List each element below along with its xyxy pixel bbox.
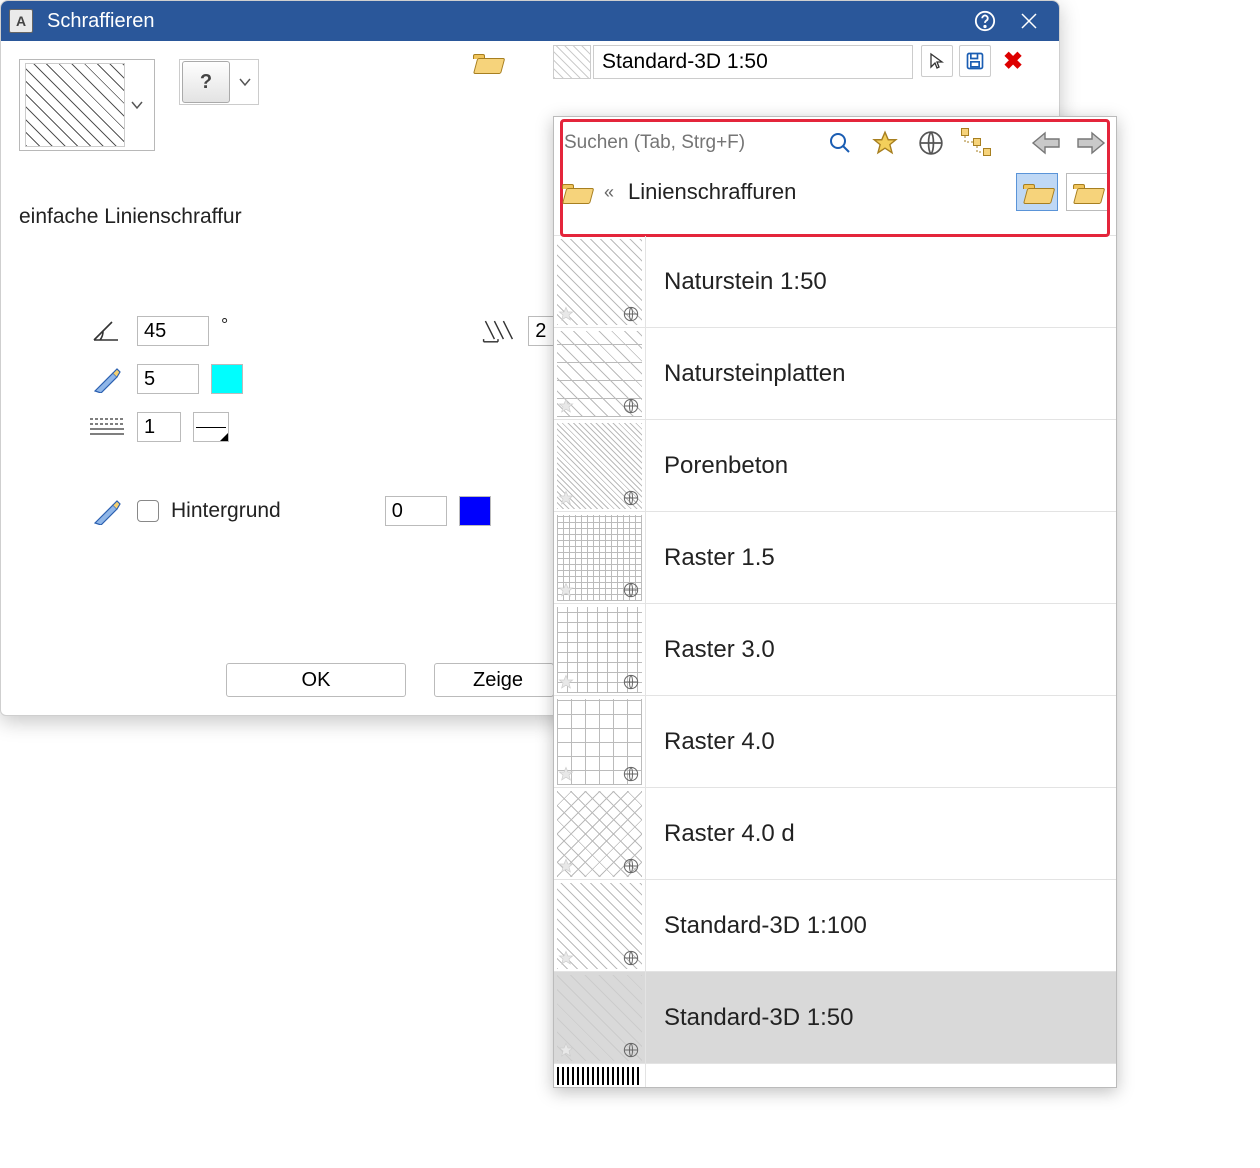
folder-open-icon <box>473 51 501 73</box>
breadcrumb-separator-icon: « <box>604 182 614 203</box>
globe-button[interactable] <box>914 126 947 160</box>
app-icon: A <box>9 9 33 33</box>
hatch-thumb <box>554 420 646 512</box>
hatch-thumb <box>554 328 646 420</box>
save-button[interactable] <box>959 45 991 77</box>
favorite-star-icon <box>558 1042 576 1060</box>
globe-icon <box>623 398 641 416</box>
titlebar: A Schraffieren <box>1 1 1059 41</box>
pen-icon <box>89 365 125 393</box>
folder-action-a-button[interactable] <box>1016 173 1058 211</box>
pen-icon <box>89 497 125 525</box>
pen-color-swatch[interactable] <box>211 364 243 394</box>
folder-open-icon <box>1023 181 1051 203</box>
angle-input[interactable] <box>137 316 209 346</box>
list-item[interactable]: Naturstein 1:50 <box>554 235 1116 327</box>
globe-icon <box>623 766 641 784</box>
list-item-label: Naturstein 1:50 <box>646 268 827 296</box>
list-item-label: Standard-3D 1:100 <box>646 912 867 940</box>
linetype-icon <box>89 415 125 439</box>
list-item-label: Porenbeton <box>646 452 788 480</box>
dropdown-toolbar: « Linienschraffuren <box>554 117 1116 235</box>
linetype-swatch[interactable] <box>193 412 229 442</box>
globe-icon <box>623 490 641 508</box>
angle-unit: ° <box>221 315 228 336</box>
globe-icon <box>623 306 641 324</box>
hatch-list: Naturstein 1:50 Natursteinplatten <box>554 235 1116 1063</box>
hatch-thumb <box>554 880 646 972</box>
hatch-thumb <box>554 512 646 604</box>
globe-icon <box>623 582 641 600</box>
open-folder-button[interactable] <box>473 51 501 76</box>
close-button[interactable] <box>1007 1 1051 41</box>
hatch-name-field[interactable]: Standard-3D 1:50 <box>593 45 913 79</box>
globe-icon <box>623 1042 641 1060</box>
list-item[interactable]: Raster 1.5 <box>554 511 1116 603</box>
list-item-label: Raster 4.0 <box>646 728 775 756</box>
help-button[interactable] <box>963 1 1007 41</box>
show-button[interactable]: Zeige <box>434 663 554 697</box>
list-item-label: Raster 1.5 <box>646 544 775 572</box>
bg-color-swatch[interactable] <box>459 496 491 526</box>
list-item-label: Raster 3.0 <box>646 636 775 664</box>
background-label: Hintergrund <box>171 499 281 523</box>
nav-forward-button[interactable] <box>1075 126 1108 160</box>
list-item[interactable]: Porenbeton <box>554 419 1116 511</box>
favorite-star-icon <box>558 306 576 324</box>
hatch-dropdown-panel: « Linienschraffuren <box>553 116 1117 1088</box>
breadcrumb-text[interactable]: Linienschraffuren <box>628 179 796 205</box>
globe-icon <box>623 674 641 692</box>
angle-icon <box>89 318 125 344</box>
pen-input[interactable] <box>137 364 199 394</box>
hatch-thumb <box>554 972 646 1064</box>
list-item-label: Standard-3D 1:50 <box>646 1004 853 1032</box>
search-input[interactable] <box>562 127 811 159</box>
linetype-input[interactable] <box>137 412 181 442</box>
globe-icon <box>623 858 641 876</box>
list-item-label: Natursteinplatten <box>646 360 845 388</box>
folder-icon <box>562 181 590 203</box>
list-item[interactable]: Raster 3.0 <box>554 603 1116 695</box>
folder-action-b-button[interactable] <box>1066 173 1108 211</box>
current-hatch-thumb <box>553 45 591 79</box>
hatch-preview[interactable] <box>19 59 155 151</box>
nav-back-button[interactable] <box>1029 126 1062 160</box>
list-item[interactable]: Standard-3D 1:50 <box>554 971 1116 1063</box>
list-item[interactable]: Standard-3D 1:100 <box>554 879 1116 971</box>
hatch-thumb <box>554 696 646 788</box>
ok-button[interactable]: OK <box>226 663 406 697</box>
favorite-star-icon <box>558 674 576 692</box>
search-icon[interactable] <box>823 126 856 160</box>
favorite-star-icon <box>558 398 576 416</box>
favorites-button[interactable] <box>868 126 901 160</box>
background-checkbox[interactable] <box>137 500 159 522</box>
list-item[interactable]: Raster 4.0 d <box>554 787 1116 879</box>
folder-up-icon <box>1073 181 1101 203</box>
delete-button[interactable]: ✖ <box>997 45 1029 77</box>
hatch-thumb <box>554 604 646 696</box>
hierarchy-button[interactable] <box>959 126 993 160</box>
globe-icon <box>623 950 641 968</box>
favorite-star-icon <box>558 950 576 968</box>
list-item-label: Raster 4.0 d <box>646 820 795 848</box>
list-item[interactable]: Natursteinplatten <box>554 327 1116 419</box>
favorite-star-icon <box>558 582 576 600</box>
spacing-icon <box>480 316 516 346</box>
list-item[interactable]: Raster 4.0 <box>554 695 1116 787</box>
hatch-thumb <box>554 236 646 328</box>
hatch-thumb <box>554 788 646 880</box>
list-item[interactable] <box>554 1063 1116 1087</box>
favorite-star-icon <box>558 858 576 876</box>
type-selector[interactable]: ? <box>179 59 259 105</box>
chevron-down-icon <box>125 59 149 151</box>
delete-x-icon: ✖ <box>1003 47 1023 76</box>
window-title: Schraffieren <box>47 10 154 33</box>
favorite-star-icon <box>558 766 576 784</box>
question-icon: ? <box>182 61 230 103</box>
cursor-button[interactable] <box>921 45 953 77</box>
favorite-star-icon <box>558 490 576 508</box>
bg-pen-input[interactable] <box>385 496 447 526</box>
chevron-down-icon <box>238 75 252 89</box>
hatch-name-text: Standard-3D 1:50 <box>602 50 768 74</box>
